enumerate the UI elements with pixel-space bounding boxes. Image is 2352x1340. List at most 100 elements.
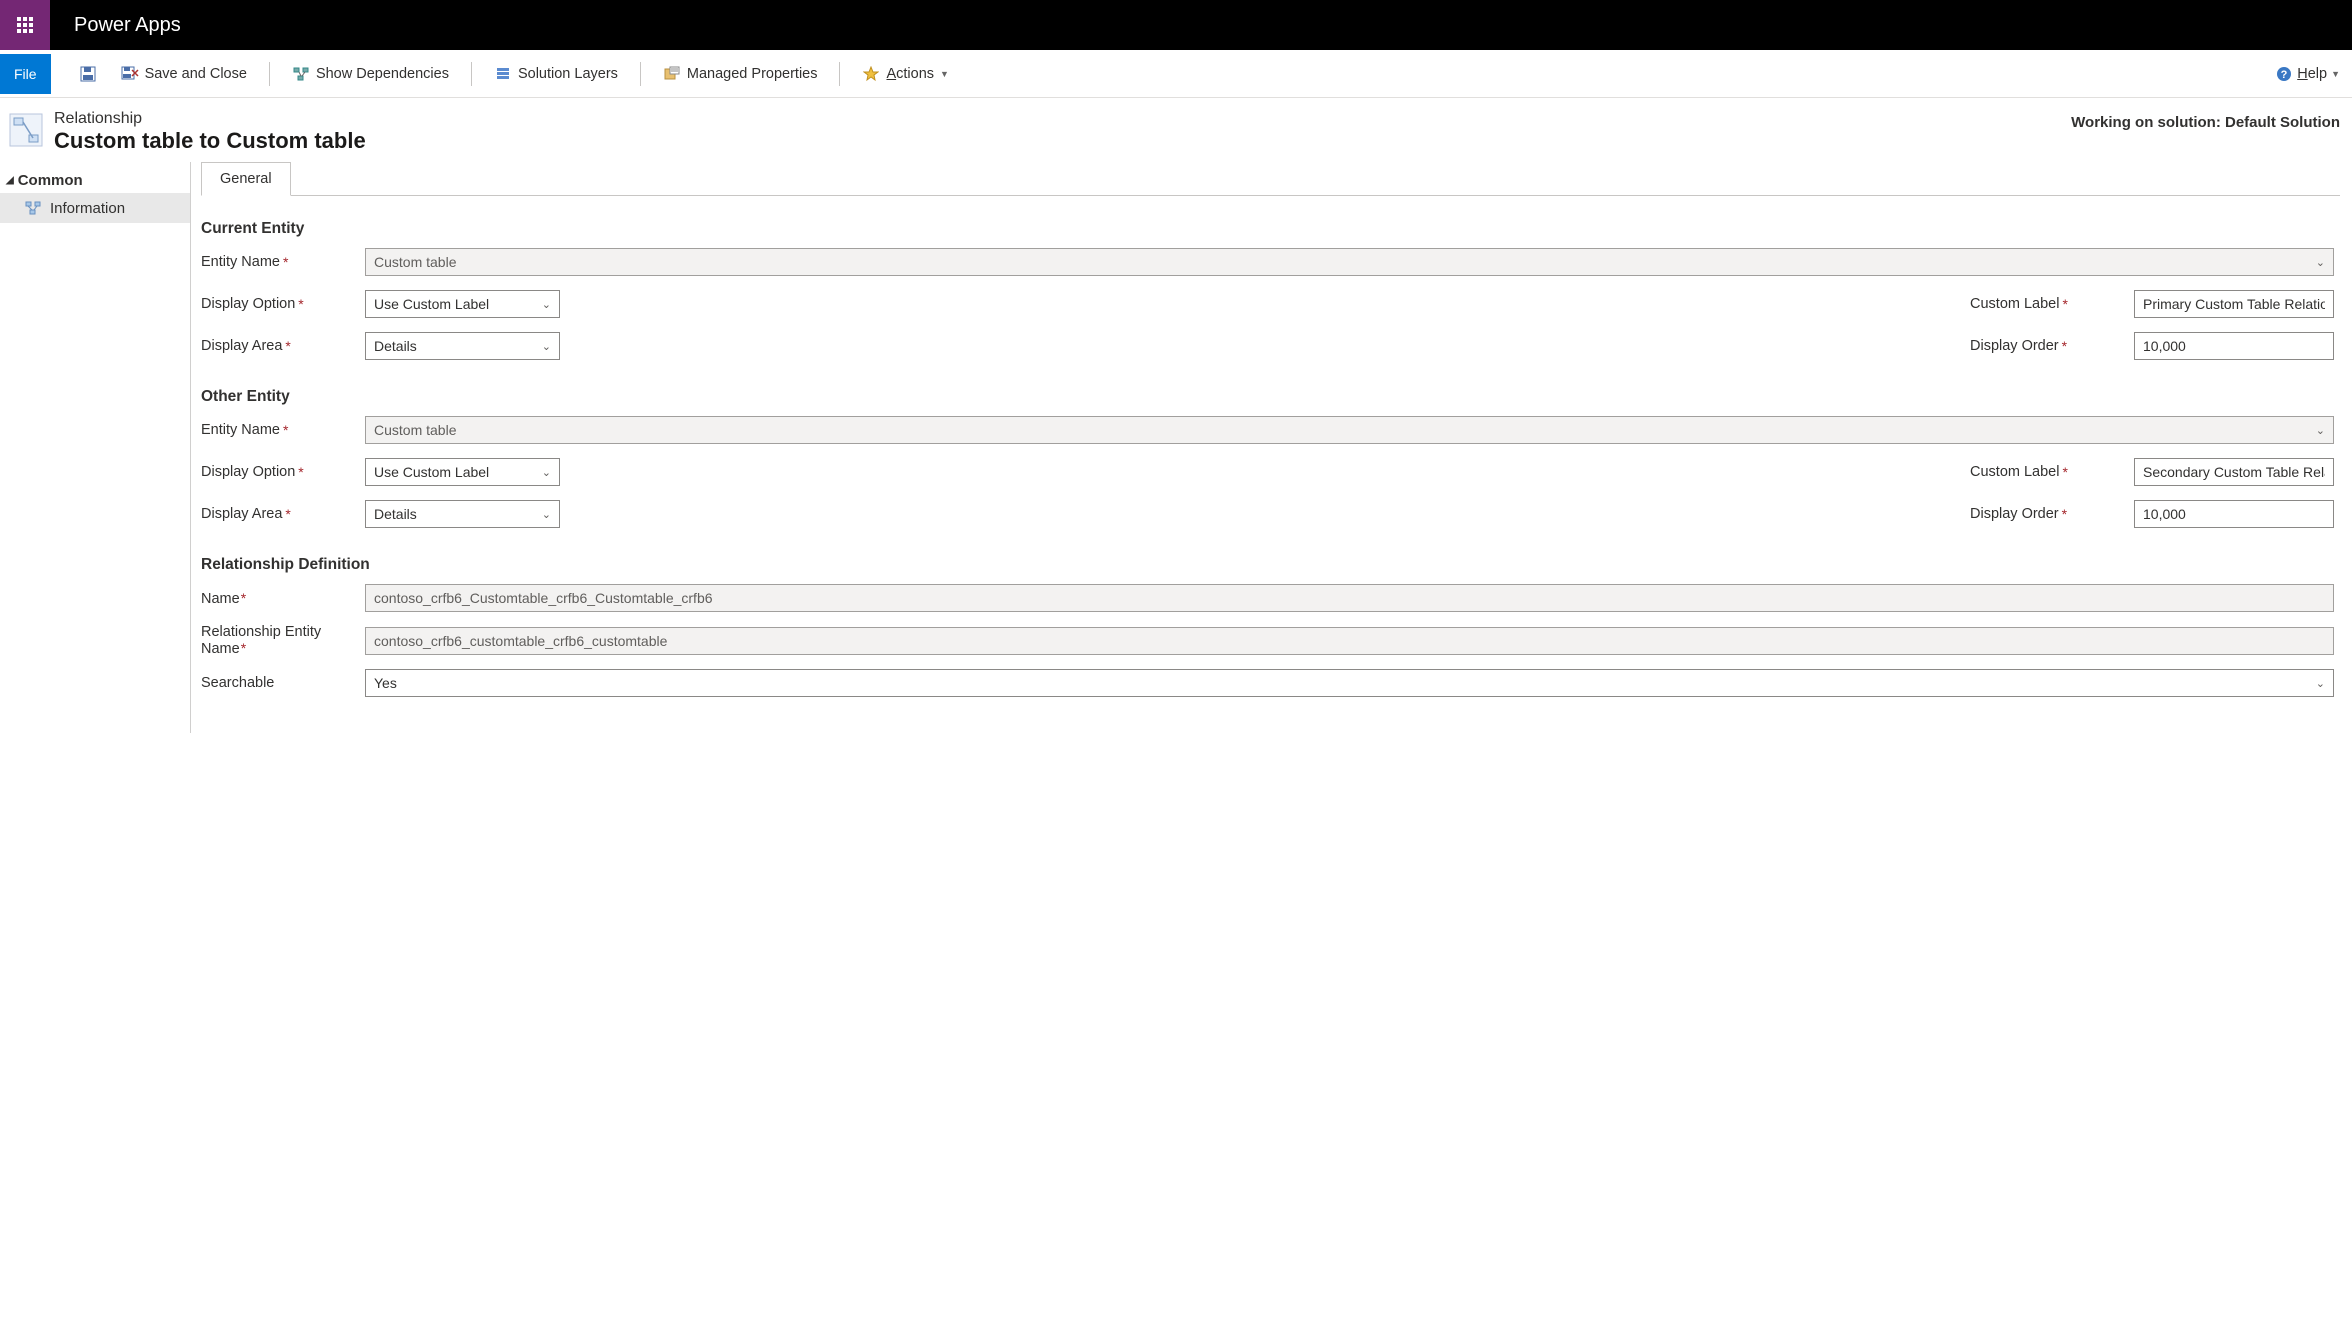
help-icon: ? — [2275, 65, 2293, 83]
current-entity-name-value: Custom table — [374, 254, 456, 270]
show-dependencies-label: Show Dependencies — [316, 66, 449, 82]
help-mnemonic: H — [2297, 66, 2307, 82]
label-display-area-other: Display Area* — [201, 506, 361, 522]
svg-text:?: ? — [2281, 69, 2288, 81]
sidebar-group-common[interactable]: ◢ Common — [0, 168, 190, 193]
dependencies-icon — [292, 65, 310, 83]
current-custom-label-field[interactable] — [2143, 296, 2325, 312]
other-display-order-field[interactable] — [2143, 506, 2325, 522]
separator — [839, 62, 840, 86]
searchable-value: Yes — [374, 675, 397, 691]
solution-layers-label: Solution Layers — [518, 66, 618, 82]
label-entity-name-other: Entity Name* — [201, 422, 361, 438]
separator — [269, 62, 270, 86]
tab-general-label: General — [220, 171, 272, 187]
help-label-rest: elp — [2308, 66, 2327, 82]
current-display-area-dropdown[interactable]: Details ⌄ — [365, 332, 560, 360]
chevron-down-icon: ⌄ — [2316, 256, 2325, 269]
show-dependencies-button[interactable]: Show Dependencies — [284, 50, 457, 97]
label-display-area: Display Area* — [201, 338, 361, 354]
label-searchable: Searchable — [201, 675, 361, 691]
actions-mnemonic: A — [886, 66, 896, 82]
relationship-name-input — [365, 584, 2334, 612]
tab-row: General — [201, 161, 2352, 195]
other-display-option-value: Use Custom Label — [374, 464, 489, 480]
app-title: Power Apps — [50, 0, 205, 50]
actions-icon — [862, 65, 880, 83]
relationship-entity-name-input — [365, 627, 2334, 655]
separator — [640, 62, 641, 86]
current-display-area-value: Details — [374, 338, 417, 354]
other-custom-label-field[interactable] — [2143, 464, 2325, 480]
label-name: Name* — [201, 590, 361, 607]
file-button[interactable]: File — [0, 54, 51, 94]
other-custom-label-input[interactable] — [2134, 458, 2334, 486]
tab-general[interactable]: General — [201, 162, 291, 196]
save-and-close-button[interactable]: Save and Close — [113, 50, 255, 97]
label-display-option-other: Display Option* — [201, 464, 361, 480]
managed-properties-button[interactable]: Managed Properties — [655, 50, 826, 97]
other-display-order-input[interactable] — [2134, 500, 2334, 528]
save-button[interactable] — [71, 50, 105, 97]
information-icon — [24, 199, 42, 217]
body: ◢ Common Information General Current Ent… — [0, 162, 2352, 733]
chevron-down-icon: ⌄ — [542, 508, 551, 521]
label-rel-entity-name: Relationship Entity Name* — [201, 624, 361, 657]
current-display-order-input[interactable] — [2134, 332, 2334, 360]
chevron-down-icon: ▼ — [2331, 69, 2340, 79]
relationship-entity-name-field — [374, 633, 2325, 649]
section-other-entity: Other Entity — [201, 388, 2334, 406]
waffle-icon — [17, 17, 33, 33]
page-subtitle: Relationship — [54, 110, 366, 128]
app-header: Power Apps — [0, 0, 2352, 50]
chevron-down-icon: ⌄ — [542, 466, 551, 479]
other-display-area-dropdown[interactable]: Details ⌄ — [365, 500, 560, 528]
label-entity-name: Entity Name* — [201, 254, 361, 270]
save-close-icon — [121, 65, 139, 83]
section-current-entity: Current Entity — [201, 220, 2334, 238]
section-relationship-definition: Relationship Definition — [201, 556, 2334, 574]
chevron-down-icon: ▼ — [940, 69, 949, 79]
chevron-down-icon: ⌄ — [2316, 677, 2325, 690]
label-display-option: Display Option* — [201, 296, 361, 312]
current-custom-label-input[interactable] — [2134, 290, 2334, 318]
layers-icon — [494, 65, 512, 83]
chevron-down-icon: ⌄ — [2316, 424, 2325, 437]
label-display-order-other: Display Order* — [1970, 506, 2130, 522]
save-and-close-label: Save and Close — [145, 66, 247, 82]
other-entity-name-dropdown[interactable]: Custom table ⌄ — [365, 416, 2334, 444]
page-header: Relationship Custom table to Custom tabl… — [0, 98, 2352, 162]
solution-context: Working on solution: Default Solution — [2071, 110, 2340, 131]
main-area: General Current Entity Entity Name* Cust… — [190, 162, 2352, 733]
app-launcher-button[interactable] — [0, 0, 50, 50]
page-title: Custom table to Custom table — [54, 128, 366, 154]
managed-properties-icon — [663, 65, 681, 83]
current-entity-name-dropdown[interactable]: Custom table ⌄ — [365, 248, 2334, 276]
searchable-dropdown[interactable]: Yes ⌄ — [365, 669, 2334, 697]
current-display-option-value: Use Custom Label — [374, 296, 489, 312]
sidebar-item-information[interactable]: Information — [0, 193, 190, 223]
chevron-down-icon: ⌄ — [542, 298, 551, 311]
current-display-order-field[interactable] — [2143, 338, 2325, 354]
separator — [471, 62, 472, 86]
sidebar-group-label: Common — [18, 172, 83, 189]
label-custom-label: Custom Label* — [1970, 296, 2130, 312]
relationship-name-field — [374, 590, 2325, 606]
relationship-icon — [6, 110, 46, 150]
help-button[interactable]: ? Help ▼ — [2275, 65, 2340, 83]
other-entity-name-value: Custom table — [374, 422, 456, 438]
command-bar: File Save and Close Show Dependencies S — [0, 50, 2352, 98]
chevron-down-icon: ⌄ — [542, 340, 551, 353]
other-display-option-dropdown[interactable]: Use Custom Label ⌄ — [365, 458, 560, 486]
file-label: File — [14, 66, 37, 82]
actions-button[interactable]: Actions ▼ — [854, 50, 956, 97]
actions-label-rest: ctions — [896, 66, 934, 82]
label-display-order: Display Order* — [1970, 338, 2130, 354]
save-icon — [79, 65, 97, 83]
current-display-option-dropdown[interactable]: Use Custom Label ⌄ — [365, 290, 560, 318]
form-area: Current Entity Entity Name* Custom table… — [191, 196, 2352, 733]
solution-layers-button[interactable]: Solution Layers — [486, 50, 626, 97]
other-display-area-value: Details — [374, 506, 417, 522]
managed-properties-label: Managed Properties — [687, 66, 818, 82]
sidebar-item-label: Information — [50, 200, 125, 217]
